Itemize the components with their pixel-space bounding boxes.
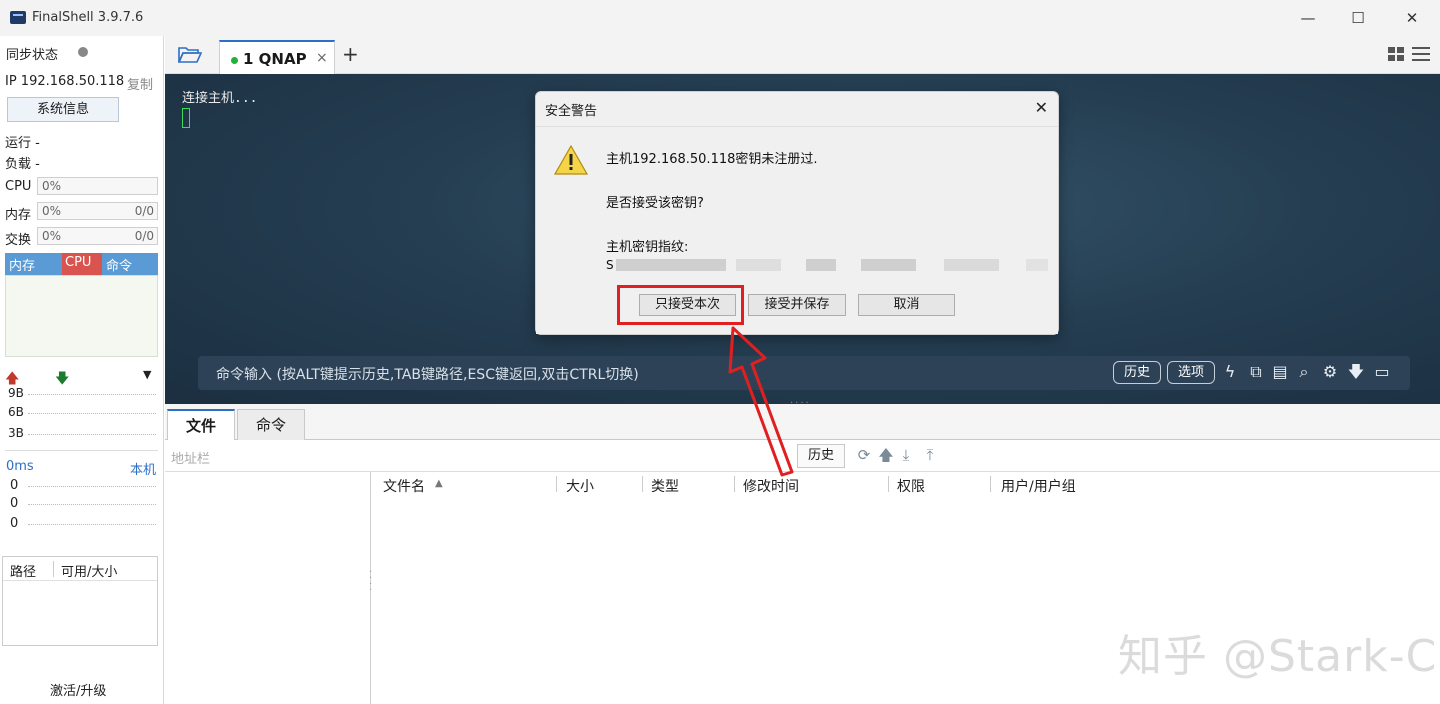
watermark-text: 知乎 @Stark-C xyxy=(1118,631,1438,682)
annotation-arrow xyxy=(728,326,794,477)
